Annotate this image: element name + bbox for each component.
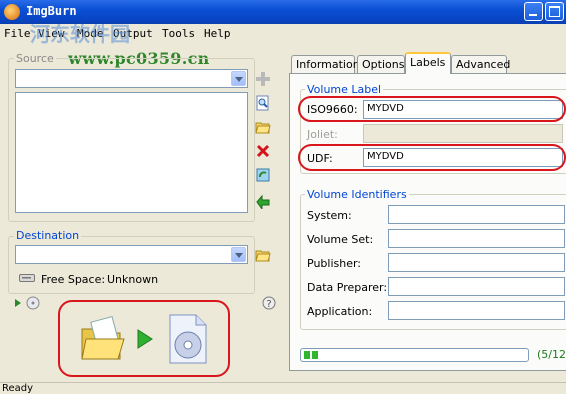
green-arrow-icon[interactable]: [255, 193, 271, 209]
iso9660-label: ISO9660:: [307, 103, 358, 116]
volume-set-field[interactable]: [388, 229, 565, 248]
folder-open-icon[interactable]: [255, 119, 271, 135]
chevron-down-icon[interactable]: [231, 71, 246, 86]
capacity-progress-bar: [300, 348, 529, 362]
tab-labels[interactable]: Labels: [405, 52, 451, 74]
maximize-button[interactable]: [545, 2, 564, 21]
free-space-value: Unknown: [107, 273, 159, 286]
destination-combo[interactable]: [15, 245, 248, 264]
folder-icon[interactable]: [255, 247, 271, 263]
disc-small-icon[interactable]: [26, 296, 40, 310]
refresh-icon[interactable]: [255, 167, 271, 183]
joliet-field[interactable]: [363, 124, 563, 143]
volume-set-label: Volume Set:: [307, 233, 374, 246]
data-preparer-field[interactable]: [388, 277, 565, 296]
udf-label: UDF:: [307, 152, 333, 165]
imgburn-app-icon: [4, 4, 20, 20]
drive-icon: [19, 274, 35, 282]
publisher-field[interactable]: [388, 253, 565, 272]
play-small-icon[interactable]: [14, 298, 22, 308]
chevron-down-icon[interactable]: [231, 247, 246, 262]
joliet-label: Joliet:: [307, 128, 338, 141]
tab-advanced[interactable]: Advanced: [451, 55, 510, 73]
volume-label-title: Volume Label: [305, 83, 384, 96]
source-combo[interactable]: [15, 69, 248, 88]
write-button[interactable]: [80, 313, 214, 365]
menu-help[interactable]: Help: [204, 27, 231, 40]
delete-icon[interactable]: [255, 143, 271, 159]
play-icon: [137, 329, 153, 349]
folder-open-icon: [81, 316, 125, 360]
iso9660-field[interactable]: MYDVD: [363, 100, 563, 119]
watermark-cn: 河东软件园: [30, 22, 130, 46]
udf-field[interactable]: MYDVD: [363, 148, 563, 167]
volume-identifiers-title: Volume Identifiers: [305, 188, 409, 201]
progress-fill-block: [304, 351, 310, 359]
minimize-button[interactable]: [524, 2, 543, 21]
application-label: Application:: [307, 305, 373, 318]
progress-text: (5/126: [537, 348, 566, 361]
tab-information[interactable]: Information: [291, 55, 360, 73]
system-field[interactable]: [388, 205, 565, 224]
free-space-label: Free Space:: [41, 273, 106, 286]
menu-tools[interactable]: Tools: [162, 27, 195, 40]
svg-text:?: ?: [266, 299, 271, 310]
window-title: ImgBurn: [26, 4, 77, 18]
progress-fill-block: [312, 351, 318, 359]
source-file-list[interactable]: [15, 92, 248, 213]
menu-file[interactable]: File: [4, 27, 31, 40]
tab-options[interactable]: Options: [357, 55, 405, 73]
help-icon[interactable]: ?: [261, 295, 277, 311]
disc-image-icon: [169, 314, 207, 364]
status-bar: Ready: [0, 382, 566, 394]
add-icon[interactable]: [255, 71, 271, 87]
destination-label: Destination: [14, 229, 82, 242]
source-label: Source: [14, 52, 56, 65]
publisher-label: Publisher:: [307, 257, 362, 270]
data-preparer-label: Data Preparer:: [307, 281, 388, 294]
system-label: System:: [307, 209, 352, 222]
search-file-icon[interactable]: [255, 95, 271, 111]
application-field[interactable]: [388, 301, 565, 320]
